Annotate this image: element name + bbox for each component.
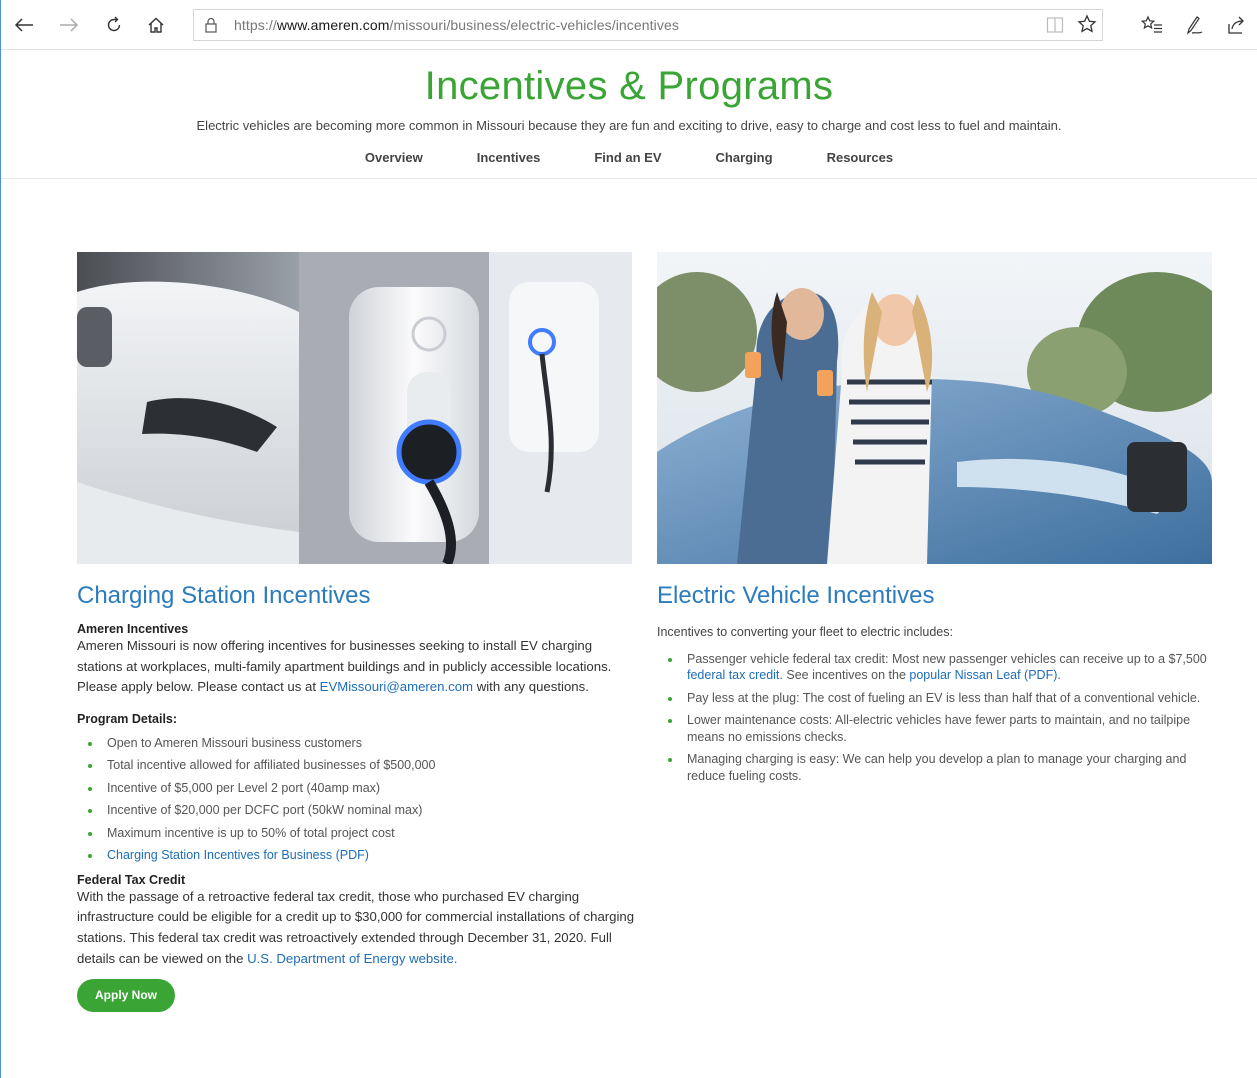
ev-incentives-list: Passenger vehicle federal tax credit: Mo… [657, 651, 1217, 785]
list-item: Incentive of $20,000 per DCFC port (50kW… [77, 799, 637, 822]
nissan-leaf-pdf-link[interactable]: popular Nissan Leaf (PDF) [909, 668, 1057, 682]
back-arrow-icon[interactable] [11, 12, 37, 38]
charging-station-incentives-section: Charging Station Incentives Ameren Incen… [77, 582, 637, 1013]
page-subtitle: Electric vehicles are becoming more comm… [196, 118, 1062, 133]
refresh-icon[interactable] [101, 12, 127, 38]
favorite-star-icon[interactable] [1077, 14, 1097, 39]
program-details-title: Program Details: [77, 711, 178, 726]
list-item: Total incentive allowed for affiliated b… [77, 754, 637, 777]
ameren-incentives-text: Ameren Missouri is now offering incentiv… [77, 638, 612, 695]
list-item: Lower maintenance costs: All-electric ve… [657, 712, 1217, 745]
nav-overview[interactable]: Overview [365, 150, 423, 165]
list-item: Charging Station Incentives for Business… [77, 844, 637, 867]
list-item: Managing charging is easy: We can help y… [657, 751, 1217, 784]
pen-notes-icon[interactable] [1181, 12, 1207, 38]
favorites-list-icon[interactable] [1139, 12, 1165, 38]
page-title: Incentives & Programs [424, 64, 834, 108]
share-icon[interactable] [1223, 12, 1249, 38]
program-details-list: Open to Ameren Missouri business custome… [77, 732, 637, 867]
federal-tax-credit-link[interactable]: federal tax credit [687, 668, 779, 682]
url-text: https://www.ameren.com/missouri/business… [234, 17, 679, 33]
list-item: Passenger vehicle federal tax credit: Mo… [657, 651, 1217, 684]
nav-incentives[interactable]: Incentives [477, 150, 541, 165]
federal-tax-credit-text: With the passage of a retroactive federa… [77, 888, 635, 966]
list-item: Maximum incentive is up to 50% of total … [77, 822, 637, 845]
list-item: Pay less at the plug: The cost of fuelin… [657, 690, 1217, 707]
list-item: Incentive of $5,000 per Level 2 port (40… [77, 777, 637, 800]
doe-website-link[interactable]: U.S. Department of Energy website. [247, 951, 457, 966]
nav-divider [1, 178, 1257, 179]
nav-charging[interactable]: Charging [716, 150, 773, 165]
electric-vehicle-image [657, 252, 1212, 564]
nav-resources[interactable]: Resources [827, 150, 893, 165]
reading-view-icon[interactable] [1046, 15, 1064, 40]
electric-vehicle-incentives-section: Electric Vehicle Incentives Incentives t… [657, 582, 1217, 790]
charging-station-image [77, 252, 632, 564]
incentives-pdf-link[interactable]: Charging Station Incentives for Business… [107, 848, 369, 862]
lock-icon [204, 16, 218, 39]
email-link[interactable]: EVMissouri@ameren.com [320, 679, 473, 694]
nav-find-an-ev[interactable]: Find an EV [594, 150, 661, 165]
address-bar[interactable]: https://www.ameren.com/missouri/business… [193, 9, 1103, 41]
home-icon[interactable] [143, 12, 169, 38]
ameren-incentives-title: Ameren Incentives [77, 622, 189, 636]
ev-incentives-intro: Incentives to converting your fleet to e… [657, 625, 953, 639]
ev-incentives-heading: Electric Vehicle Incentives [657, 582, 935, 609]
list-item: Open to Ameren Missouri business custome… [77, 732, 637, 755]
section-nav: Overview Incentives Find an EV Charging … [1, 150, 1257, 165]
forward-arrow-icon[interactable] [56, 12, 82, 38]
browser-toolbar: https://www.ameren.com/missouri/business… [1, 0, 1257, 50]
apply-now-button[interactable]: Apply Now [77, 979, 175, 1013]
federal-tax-credit-title: Federal Tax Credit [77, 872, 186, 887]
charging-station-heading: Charging Station Incentives [77, 582, 371, 609]
